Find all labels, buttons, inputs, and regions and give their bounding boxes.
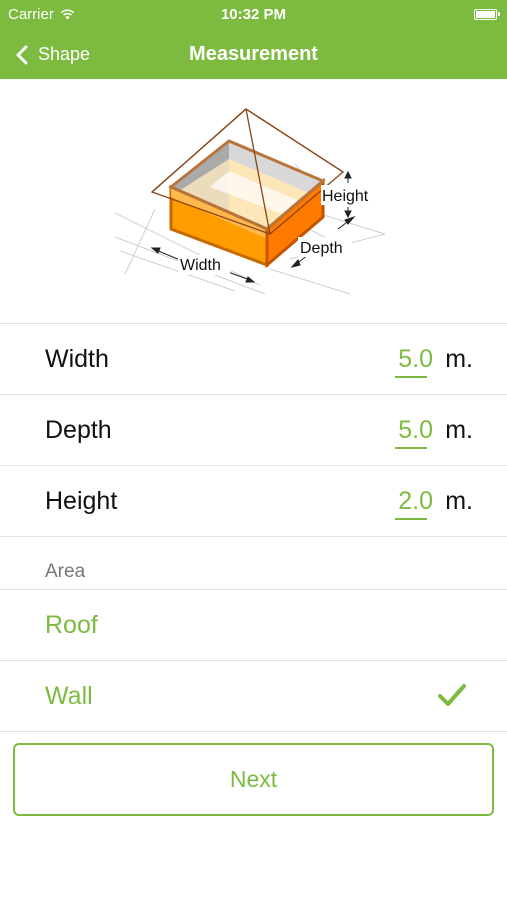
width-input-underline	[395, 376, 427, 378]
width-input[interactable]: 5.0	[393, 324, 433, 394]
area-header-label: Area	[45, 561, 86, 582]
height-row-label: Height	[45, 487, 118, 515]
battery-icon	[474, 9, 500, 20]
width-unit: m.	[445, 345, 473, 373]
depth-input-underline	[395, 447, 427, 449]
navigation-bar: Shape Measurement	[0, 30, 507, 79]
area-option-roof[interactable]: Roof	[0, 589, 507, 660]
height-input[interactable]: 2.0	[393, 466, 433, 536]
width-row-label: Width	[45, 345, 109, 373]
measurement-diagram: Height Depth Width	[114, 108, 386, 295]
page-title: Measurement	[189, 43, 318, 65]
next-button[interactable]: Next	[13, 743, 494, 816]
checkmark-icon	[438, 684, 466, 706]
depth-input[interactable]: 5.0	[393, 395, 433, 465]
height-input-underline	[395, 518, 427, 520]
status-time: 10:32 PM	[220, 6, 287, 23]
measurement-row-depth: Depth 5.0 m.	[0, 394, 507, 465]
depth-row-label: Depth	[45, 416, 112, 444]
status-bar: Carrier 10:32 PM	[0, 0, 507, 30]
measurement-row-width: Width 5.0 m.	[0, 323, 507, 394]
depth-unit: m.	[445, 416, 473, 444]
wall-option-label: Wall	[45, 682, 93, 710]
height-label: Height	[322, 188, 369, 205]
depth-label: Depth	[300, 240, 343, 257]
width-label: Width	[180, 257, 221, 274]
measurement-row-height: Height 2.0 m.	[0, 465, 507, 536]
roof-option-label: Roof	[45, 611, 98, 639]
area-option-wall[interactable]: Wall	[0, 660, 507, 732]
area-section-header: Area	[0, 536, 507, 589]
height-unit: m.	[445, 487, 473, 515]
